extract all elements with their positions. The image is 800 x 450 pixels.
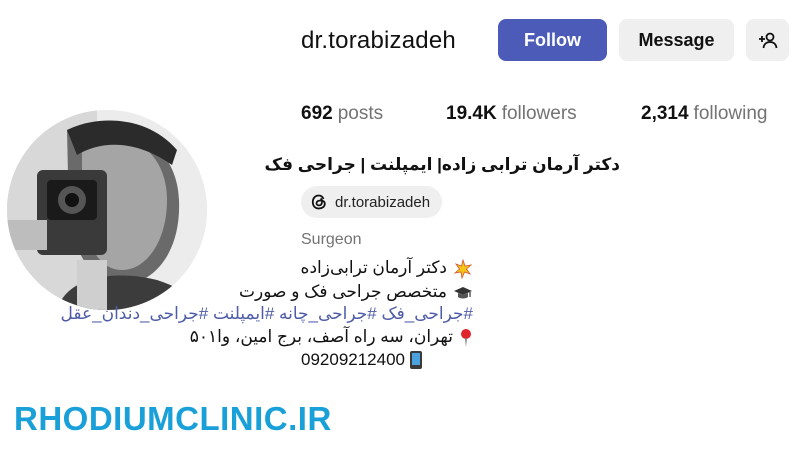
following-label: following xyxy=(693,103,768,124)
profile-stats: 692 posts 19.4K followers 2,314 following xyxy=(0,103,800,127)
threads-link[interactable]: dr.torabizadeh xyxy=(301,186,443,218)
profile-avatar[interactable] xyxy=(7,110,207,310)
following-count: 2,314 xyxy=(641,103,689,124)
add-user-icon xyxy=(758,30,778,50)
profile-username: dr.torabizadeh xyxy=(301,27,456,54)
posts-stat: 692 posts xyxy=(301,103,383,125)
followers-stat[interactable]: 19.4K followers xyxy=(446,103,577,125)
profile-full-name: دکتر آرمان ترابی زاده| ایمپلنت | جراحی ف… xyxy=(264,155,620,174)
followers-count: 19.4K xyxy=(446,103,497,124)
posts-label: posts xyxy=(337,103,384,124)
bio-address: تهران، سه راه آصف، برج امین، وا۵۰۱ xyxy=(189,327,453,346)
bio-hashtags[interactable]: #جراحی_فک #جراحی_چانه #ایمپلنت #جراحی_دن… xyxy=(61,304,473,324)
bio-line-name: دکتر آرمان ترابی‌زاده xyxy=(301,258,473,279)
profile-category: Surgeon xyxy=(301,231,362,248)
bio-line-specialty: متخصص جراحی فک و صورت xyxy=(239,282,473,303)
graduation-cap-icon xyxy=(453,283,473,303)
sparkle-star-icon xyxy=(453,258,473,279)
suggested-users-button[interactable] xyxy=(746,19,789,61)
location-pin-icon xyxy=(459,328,473,348)
threads-handle: dr.torabizadeh xyxy=(335,193,431,211)
threads-icon xyxy=(309,192,329,212)
message-button[interactable]: Message xyxy=(619,19,734,61)
bio-doctor-name: دکتر آرمان ترابی‌زاده xyxy=(300,258,447,277)
following-stat[interactable]: 2,314 following xyxy=(641,103,767,125)
bio-line-address: تهران، سه راه آصف، برج امین، وا۵۰۱ xyxy=(190,327,473,348)
mobile-phone-icon xyxy=(409,350,423,370)
bio-phone-number[interactable]: 09209212400 xyxy=(301,350,405,370)
site-watermark: RHODIUMCLINIC.IR xyxy=(14,400,332,437)
followers-label: followers xyxy=(501,103,577,124)
follow-button[interactable]: Follow xyxy=(498,19,607,61)
bio-specialty: متخصص جراحی فک و صورت xyxy=(239,282,447,301)
posts-count: 692 xyxy=(301,103,333,124)
bio-line-phone: 09209212400 xyxy=(301,350,423,370)
